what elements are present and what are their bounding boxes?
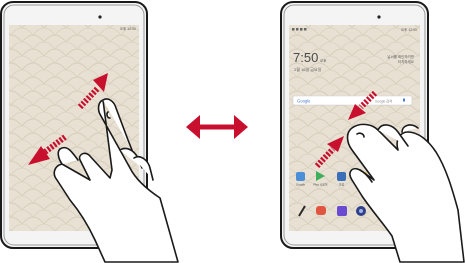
left-front-camera (98, 15, 102, 19)
clock-suffix: 오후 (320, 58, 327, 63)
app-label-play: Play 스토어 (314, 183, 328, 187)
google-search-bar[interactable]: Google Google 검색 (292, 95, 413, 106)
app-label-settings: 설정 (339, 183, 345, 187)
right-front-camera (377, 15, 381, 19)
camera-icon[interactable] (316, 206, 326, 215)
google-folder-icon[interactable] (296, 172, 305, 181)
weather-line1[interactable]: 날씨를 확인하려면 (387, 54, 414, 59)
clock-date: 2월 16일 금요일 (294, 66, 322, 72)
mic-icon[interactable] (403, 98, 405, 102)
weather-line2[interactable]: 터치하세요 (398, 59, 415, 64)
right-tablet: 오후 12:00 7:50 오후 2월 16일 금요일 날씨를 확인하려면 터치… (280, 1, 465, 263)
app-label-google: Google (296, 183, 305, 187)
left-tablet: 오후 12:00 (0, 1, 179, 263)
double-arrow-icon (186, 115, 248, 139)
left-status-time: 오후 12:00 (120, 26, 136, 31)
music-icon[interactable] (337, 206, 347, 216)
settings-icon[interactable] (337, 172, 346, 181)
clock-time[interactable]: 7:50 (293, 50, 318, 65)
right-status-time: 오후 12:00 (401, 27, 417, 32)
search-hint: Google 검색 (375, 98, 392, 103)
search-logo: Google (297, 99, 311, 104)
